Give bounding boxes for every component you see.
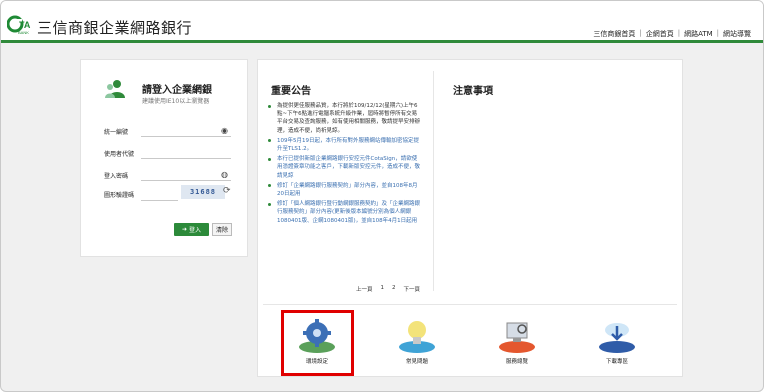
user-code-input[interactable]	[141, 158, 231, 159]
users-icon	[105, 80, 125, 98]
captcha-image: 31688	[181, 185, 225, 199]
eye-slash-icon[interactable]: ◍	[221, 170, 228, 179]
top-nav: 三信商銀首頁 | 企網首頁 | 網路ATM | 網站導覽	[593, 29, 751, 39]
pager-next[interactable]: 下一頁	[404, 285, 421, 293]
captcha-label: 圖形驗證碼	[104, 192, 135, 199]
password-label: 登入密碼	[104, 173, 129, 180]
password-input[interactable]	[141, 180, 231, 181]
highlight-box	[281, 310, 354, 376]
service-overview[interactable]: 服務總覽	[487, 317, 547, 373]
browser-frame: TA BANK 三信商銀企業網路銀行 三信商銀首頁 | 企網首頁 | 網路ATM…	[0, 0, 764, 392]
captcha-input[interactable]	[141, 200, 178, 201]
tax-id-input[interactable]	[141, 136, 231, 137]
login-arrow-icon: ➜	[181, 226, 187, 233]
pager-page-2[interactable]: 2	[392, 285, 396, 293]
announcement-item: 為提供更佳服務品質，本行將於109/12/12(星期六)上午6點~下午6點進行電…	[263, 102, 421, 135]
announcement-item[interactable]: 109年5月19日起，本行所有對外服務網站傳輸加密協定提升至TLS1.2。	[263, 137, 421, 153]
eye-icon[interactable]: ◉	[221, 126, 228, 135]
service-label: 下載專區	[605, 359, 628, 365]
pager-prev[interactable]: 上一頁	[356, 285, 373, 293]
login-title: 請登入企業網銀	[142, 85, 212, 96]
service-label: 服務總覽	[505, 359, 528, 365]
user-code-label: 使用者代號	[104, 151, 135, 158]
monitor-icon	[499, 322, 535, 353]
service-faq[interactable]: 常見問題	[387, 317, 447, 373]
refresh-icon[interactable]: ⟳	[223, 186, 231, 196]
login-button[interactable]: ➜ 登入	[174, 223, 209, 236]
bank-logo-icon[interactable]: TA BANK	[7, 15, 37, 35]
tax-id-row: 統一編號 ◉	[80, 124, 248, 138]
nav-link-enterprise-home[interactable]: 企網首頁	[646, 29, 674, 39]
user-code-row: 使用者代號	[80, 146, 248, 160]
clear-button[interactable]: 清除	[212, 223, 232, 236]
tax-id-label: 統一編號	[104, 129, 129, 136]
lightbulb-icon	[399, 321, 435, 353]
column-divider	[433, 71, 434, 291]
nav-separator: |	[639, 29, 642, 37]
nav-separator: |	[677, 29, 681, 37]
notes-title: 注意事項	[453, 86, 493, 97]
services-divider	[263, 304, 677, 305]
announcements-title: 重要公告	[271, 86, 311, 97]
svg-text:BANK: BANK	[18, 30, 29, 35]
announcement-item[interactable]: 本行已提供新版企業網路銀行安控元件CotaSign，請欲使用憑證簽章功能之客戶，…	[263, 155, 421, 180]
nav-link-atm[interactable]: 網路ATM	[684, 29, 713, 39]
brand-title: 三信商銀企業網路銀行	[37, 19, 193, 37]
nav-link-sitemap[interactable]: 網站導覽	[723, 29, 751, 39]
cloud-download-icon	[599, 323, 635, 353]
service-downloads[interactable]: 下載專區	[587, 317, 647, 373]
password-row: 登入密碼 ◍	[80, 168, 248, 182]
pagination: 上一頁 1 2 下一頁	[356, 285, 420, 293]
nav-link-home[interactable]: 三信商銀首頁	[593, 29, 635, 39]
header: TA BANK 三信商銀企業網路銀行 三信商銀首頁 | 企網首頁 | 網路ATM…	[1, 1, 763, 43]
announcement-item[interactable]: 修訂「個人網路銀行暨行動網銀服務契約」及「企業網路銀行服務契約」部分內容(更新後…	[263, 200, 421, 225]
nav-separator: |	[716, 29, 719, 37]
service-label: 常見問題	[405, 359, 428, 365]
announcement-item[interactable]: 修訂「企業網路銀行服務契約」部分內容，並自108年8月20日起用	[263, 182, 421, 198]
pager-page-1[interactable]: 1	[381, 285, 385, 293]
login-subtitle: 建議使用IE10以上瀏覽器	[142, 98, 210, 105]
svg-text:TA: TA	[19, 20, 31, 30]
announcement-list: 為提供更佳服務品質，本行將於109/12/12(星期六)上午6點~下午6點進行電…	[263, 102, 421, 225]
